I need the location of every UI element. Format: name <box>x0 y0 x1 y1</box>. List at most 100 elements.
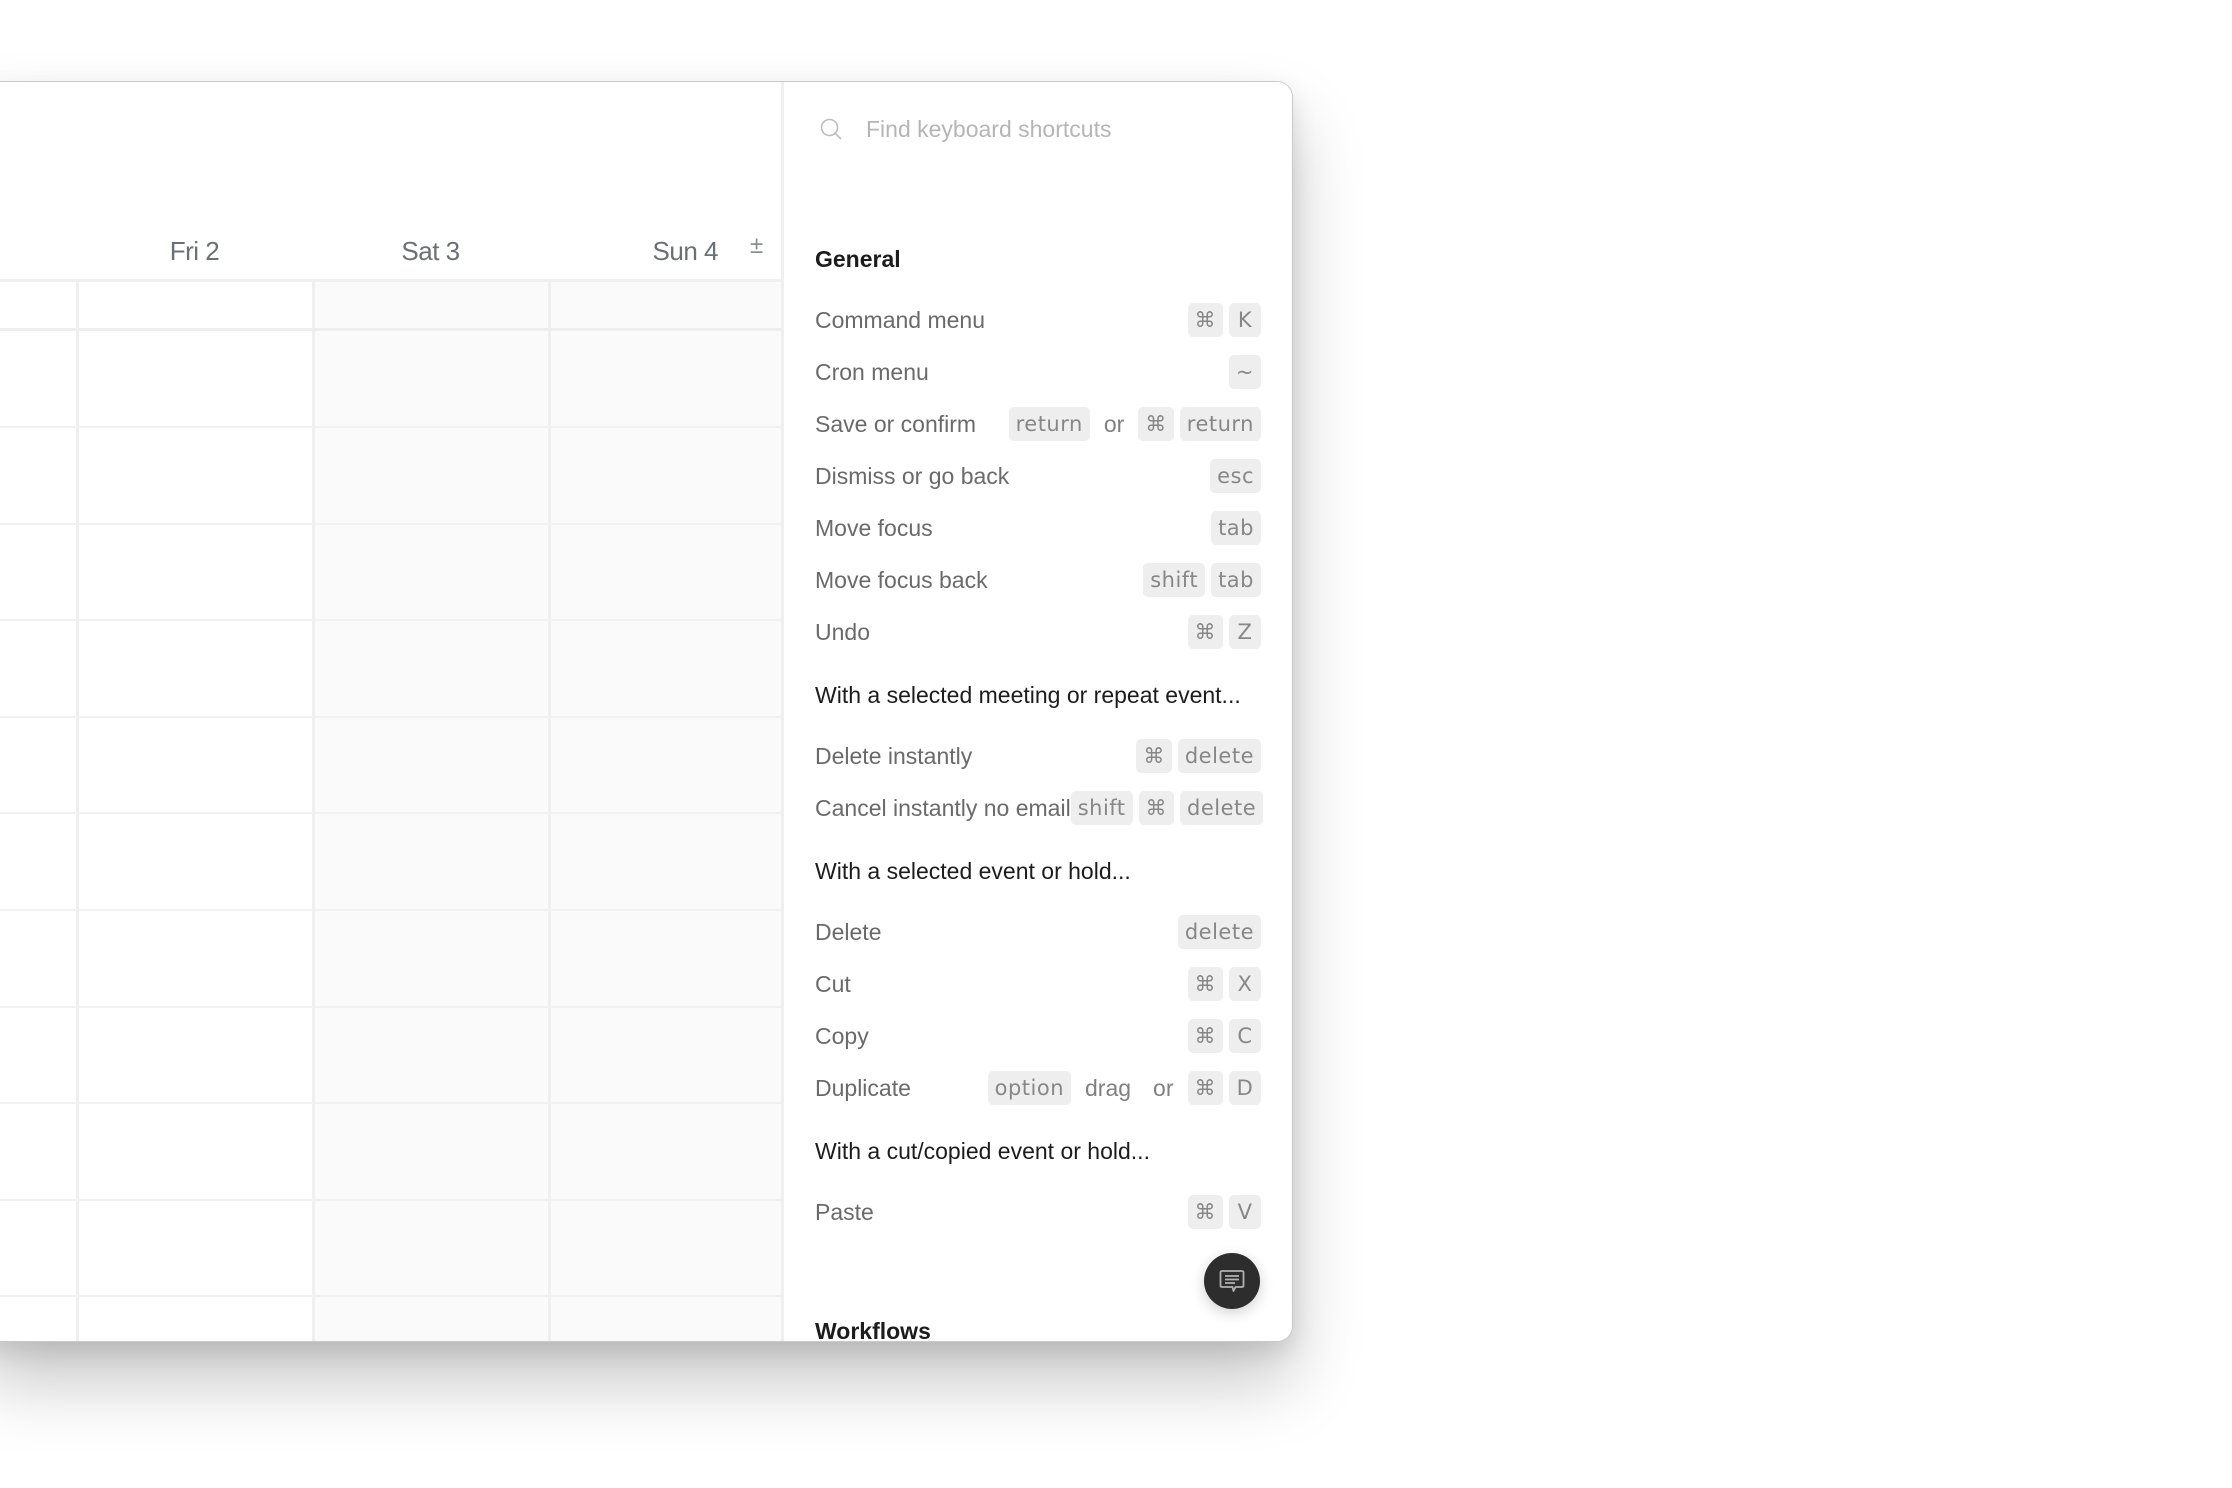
timezone-toggle-button[interactable]: ± <box>750 232 763 260</box>
hour-gridline <box>0 716 781 718</box>
hour-gridline <box>0 1295 781 1297</box>
shortcut-search <box>820 112 1262 146</box>
keycap: option <box>987 1071 1071 1105</box>
shortcut-label: Paste <box>815 1198 874 1225</box>
section-title-general: General <box>815 246 901 272</box>
shortcut-row: Cron menu ~ <box>815 346 1261 398</box>
keycap: V <box>1229 1195 1261 1229</box>
shortcut-keys: ~ <box>1228 355 1261 389</box>
section-title-meeting: With a selected meeting or repeat event.… <box>815 682 1241 708</box>
shortcut-row: Delete delete <box>815 906 1261 958</box>
shortcut-keys: ⌘ X <box>1187 967 1261 1001</box>
keycap: ⌘ <box>1136 739 1172 773</box>
shortcut-label: Delete <box>815 918 882 945</box>
shortcut-connector-text: or <box>1103 410 1125 437</box>
shortcut-keys: ⌘ V <box>1187 1195 1261 1229</box>
shortcut-label: Move focus <box>815 514 933 541</box>
shortcut-label: Duplicate <box>815 1074 911 1101</box>
shortcut-label: Save or confirm <box>815 410 977 437</box>
keycap: tab <box>1211 511 1261 545</box>
chat-support-button[interactable] <box>1204 1253 1260 1309</box>
hour-gridline <box>0 1199 781 1201</box>
keyboard-shortcuts-panel: General Command menu⌘K Cron menu ~ Save or … <box>781 82 1292 1341</box>
shortcut-row: Move focus tab <box>815 502 1261 554</box>
keycap: ⌘ <box>1187 1195 1223 1229</box>
shortcut-row: Cancel instantly no email shift ⌘ delete <box>815 782 1264 834</box>
day-header-sun[interactable]: Sun 4 <box>548 236 719 267</box>
keycap: Z <box>1229 615 1261 649</box>
shortcut-label: Dismiss or go back <box>815 462 1010 489</box>
shortcut-group-event: Delete delete Cut ⌘ X Copy ⌘ C Duplicate option dr… <box>815 906 1261 1114</box>
keycap: ⌘ <box>1187 615 1223 649</box>
shortcut-row: Command menu ⌘ K <box>815 294 1261 346</box>
shortcut-row: Save or confirm return or ⌘ return <box>815 398 1261 450</box>
keycap: ⌘ <box>1187 1019 1223 1053</box>
keycap: shift <box>1143 563 1206 597</box>
shortcut-keys: ⌘ Z <box>1187 615 1261 649</box>
shortcut-label: Move focus back <box>815 566 988 593</box>
shortcut-label: Cut <box>815 970 851 997</box>
shortcut-keys: shift ⌘ delete <box>1070 791 1264 825</box>
section-title-event: With a selected event or hold... <box>815 858 1131 884</box>
section-title-workflows: Workflows <box>815 1318 931 1342</box>
keycap: delete <box>1180 791 1264 825</box>
keycap: X <box>1229 967 1261 1001</box>
search-icon <box>820 118 842 140</box>
shortcut-row: Duplicate option drag or ⌘ D <box>815 1062 1261 1114</box>
hour-gridline <box>0 523 781 525</box>
keycap: C <box>1229 1019 1261 1053</box>
shortcut-label: Delete instantly <box>815 742 973 769</box>
shortcut-keys: esc <box>1210 459 1261 493</box>
shortcut-row: Copy ⌘ C <box>815 1010 1261 1062</box>
keycap: K <box>1229 303 1261 337</box>
keycap: ⌘ <box>1187 303 1223 337</box>
shortcut-search-input[interactable] <box>866 115 1262 143</box>
shortcut-keys: tab <box>1211 511 1261 545</box>
shortcut-keys: return or ⌘ return <box>1008 407 1261 441</box>
keycap: delete <box>1177 915 1261 949</box>
day-header-fri[interactable]: Fri 2 <box>76 236 313 267</box>
shortcut-group-copied: Paste ⌘ V <box>815 1186 1261 1238</box>
keycap: ⌘ <box>1138 407 1174 441</box>
all-day-divider <box>0 328 781 331</box>
shortcut-row: Paste ⌘ V <box>815 1186 1261 1238</box>
shortcut-group-general: Command menu ⌘ K Cron menu ~ Save or confirm r… <box>815 294 1261 658</box>
day-header-row: Fri 2 Sat 3 Sun 4 ± <box>0 82 781 282</box>
shortcut-keys: shift tab <box>1143 563 1261 597</box>
keycap: esc <box>1210 459 1261 493</box>
app-window: Fri 2 Sat 3 Sun 4 ± General Command menu… <box>0 81 1293 1342</box>
shortcut-keys: ⌘ delete <box>1136 739 1261 773</box>
shortcut-connector-text: or <box>1153 1074 1174 1101</box>
shortcut-list: General Command menu ⌘ K Cron menu ~ Save or … <box>815 242 1264 1238</box>
keycap: ⌘ <box>1138 791 1175 825</box>
section-title-copied: With a cut/copied event or hold... <box>815 1138 1150 1164</box>
calendar-week-view: Fri 2 Sat 3 Sun 4 ± <box>0 82 784 1341</box>
shortcut-keys: ⌘ K <box>1187 303 1261 337</box>
keycap: tab <box>1211 563 1261 597</box>
keycap: D <box>1229 1071 1261 1105</box>
shortcut-connector-text: drag <box>1085 1074 1132 1101</box>
shortcut-row: Dismiss or go back esc <box>815 450 1261 502</box>
shortcut-row: Undo ⌘ Z <box>815 606 1261 658</box>
shortcut-keys: delete <box>1177 915 1261 949</box>
shortcut-row: Move focus back shift tab <box>815 554 1261 606</box>
shortcut-keys: option drag or ⌘ D <box>987 1071 1261 1105</box>
day-header-sat[interactable]: Sat 3 <box>312 236 549 267</box>
hour-gridline <box>0 426 781 428</box>
hour-gridline <box>0 812 781 814</box>
keycap: ~ <box>1228 355 1261 389</box>
hour-gridline <box>0 909 781 911</box>
hour-gridline <box>0 1102 781 1104</box>
shortcut-label: Cron menu <box>815 358 929 385</box>
hour-gridline <box>0 1006 781 1008</box>
shortcut-row: Delete instantly ⌘ delete <box>815 730 1261 782</box>
shortcut-label: Copy <box>815 1022 869 1049</box>
keycap: shift <box>1070 791 1133 825</box>
chat-bubble-icon <box>1219 1270 1245 1292</box>
shortcut-row: Cut ⌘ X <box>815 958 1261 1010</box>
keycap: ⌘ <box>1187 1071 1223 1105</box>
shortcut-keys: ⌘ C <box>1187 1019 1261 1053</box>
keycap: return <box>1179 407 1261 441</box>
keycap: return <box>1008 407 1090 441</box>
shortcut-group-meeting: Delete instantly ⌘ delete Cancel instantly … <box>815 730 1264 834</box>
